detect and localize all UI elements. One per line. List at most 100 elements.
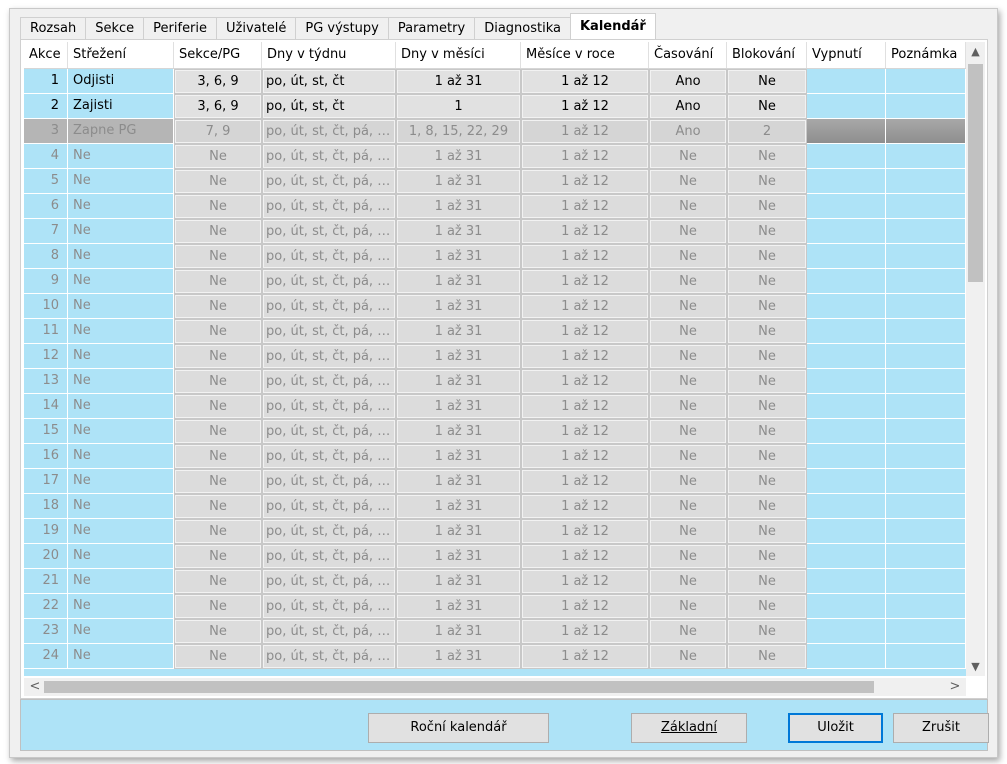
- table-row[interactable]: 6 Ne Ne po, út, st, čt, pá, s... 1 až 31 1 až…: [24, 194, 966, 219]
- dny-v-tydnu-cell[interactable]: po, út, st, čt, pá, s...: [262, 494, 396, 519]
- poznamka-cell[interactable]: [886, 394, 966, 419]
- table-row[interactable]: 7 Ne Ne po, út, st, čt, pá, s... 1 až 31 1 až…: [24, 219, 966, 244]
- dny-v-tydnu-cell[interactable]: po, út, st, čt: [262, 69, 396, 94]
- mesice-v-roce-cell[interactable]: 1 až 12: [521, 444, 649, 469]
- blokovani-cell[interactable]: 2: [727, 119, 807, 144]
- casovani-cell[interactable]: Ne: [649, 269, 727, 294]
- casovani-cell[interactable]: Ne: [649, 444, 727, 469]
- strezeni-cell[interactable]: Ne: [68, 194, 174, 219]
- casovani-cell[interactable]: Ano: [649, 69, 727, 94]
- dny-v-tydnu-cell[interactable]: po, út, st, čt, pá, s...: [262, 369, 396, 394]
- scroll-down-icon[interactable]: ▼: [966, 657, 985, 676]
- sekce-pg-cell[interactable]: Ne: [174, 219, 262, 244]
- sekce-pg-cell[interactable]: Ne: [174, 144, 262, 169]
- dny-v-tydnu-cell[interactable]: po, út, st, čt, pá, s...: [262, 219, 396, 244]
- vypnuti-cell[interactable]: [807, 219, 886, 244]
- table-row[interactable]: 8 Ne Ne po, út, st, čt, pá, s... 1 až 31 1 až…: [24, 244, 966, 269]
- strezeni-cell[interactable]: Ne: [68, 394, 174, 419]
- dny-v-mesici-cell[interactable]: 1 až 31: [396, 344, 521, 369]
- table-row[interactable]: 20 Ne Ne po, út, st, čt, pá, s... 1 až 31 1 a…: [24, 544, 966, 569]
- vypnuti-cell[interactable]: [807, 69, 886, 94]
- mesice-v-roce-cell[interactable]: 1 až 12: [521, 269, 649, 294]
- casovani-cell[interactable]: Ne: [649, 169, 727, 194]
- poznamka-cell[interactable]: [886, 294, 966, 319]
- sekce-pg-cell[interactable]: Ne: [174, 469, 262, 494]
- dny-v-mesici-cell[interactable]: 1 až 31: [396, 169, 521, 194]
- vypnuti-cell[interactable]: [807, 544, 886, 569]
- dny-v-mesici-cell[interactable]: 1 až 31: [396, 394, 521, 419]
- strezeni-cell[interactable]: Ne: [68, 219, 174, 244]
- dny-v-mesici-cell[interactable]: 1 až 31: [396, 294, 521, 319]
- casovani-cell[interactable]: Ne: [649, 419, 727, 444]
- dny-v-tydnu-cell[interactable]: po, út, st, čt, pá, s...: [262, 569, 396, 594]
- dny-v-tydnu-cell[interactable]: po, út, st, čt, pá, s...: [262, 119, 396, 144]
- strezeni-cell[interactable]: Ne: [68, 519, 174, 544]
- header-casovani[interactable]: Časování: [649, 42, 727, 68]
- casovani-cell[interactable]: Ano: [649, 94, 727, 119]
- poznamka-cell[interactable]: [886, 469, 966, 494]
- casovani-cell[interactable]: Ne: [649, 394, 727, 419]
- sekce-pg-cell[interactable]: Ne: [174, 619, 262, 644]
- mesice-v-roce-cell[interactable]: 1 až 12: [521, 219, 649, 244]
- sekce-pg-cell[interactable]: Ne: [174, 519, 262, 544]
- mesice-v-roce-cell[interactable]: 1 až 12: [521, 569, 649, 594]
- dny-v-mesici-cell[interactable]: 1 až 31: [396, 494, 521, 519]
- casovani-cell[interactable]: Ne: [649, 369, 727, 394]
- blokovani-cell[interactable]: Ne: [727, 494, 807, 519]
- strezeni-cell[interactable]: Ne: [68, 169, 174, 194]
- poznamka-cell[interactable]: [886, 244, 966, 269]
- dny-v-mesici-cell[interactable]: 1 až 31: [396, 244, 521, 269]
- vypnuti-cell[interactable]: [807, 269, 886, 294]
- vypnuti-cell[interactable]: [807, 119, 886, 144]
- table-row[interactable]: 19 Ne Ne po, út, st, čt, pá, s... 1 až 31 1 a…: [24, 519, 966, 544]
- poznamka-cell[interactable]: [886, 369, 966, 394]
- casovani-cell[interactable]: Ne: [649, 494, 727, 519]
- poznamka-cell[interactable]: [886, 319, 966, 344]
- strezeni-cell[interactable]: Zapne PG: [68, 119, 174, 144]
- mesice-v-roce-cell[interactable]: 1 až 12: [521, 244, 649, 269]
- scroll-up-icon[interactable]: ▲: [966, 42, 985, 61]
- casovani-cell[interactable]: Ne: [649, 619, 727, 644]
- sekce-pg-cell[interactable]: Ne: [174, 344, 262, 369]
- sekce-pg-cell[interactable]: 3, 6, 9: [174, 94, 262, 119]
- header-strezeni[interactable]: Střežení: [68, 42, 174, 68]
- dny-v-mesici-cell[interactable]: 1 až 31: [396, 369, 521, 394]
- dny-v-mesici-cell[interactable]: 1 až 31: [396, 619, 521, 644]
- sekce-pg-cell[interactable]: Ne: [174, 369, 262, 394]
- tab-pg-vystupy[interactable]: PG výstupy: [295, 17, 389, 39]
- poznamka-cell[interactable]: [886, 269, 966, 294]
- strezeni-cell[interactable]: Ne: [68, 619, 174, 644]
- sekce-pg-cell[interactable]: Ne: [174, 294, 262, 319]
- mesice-v-roce-cell[interactable]: 1 až 12: [521, 119, 649, 144]
- mesice-v-roce-cell[interactable]: 1 až 12: [521, 369, 649, 394]
- dny-v-mesici-cell[interactable]: 1 až 31: [396, 519, 521, 544]
- mesice-v-roce-cell[interactable]: 1 až 12: [521, 69, 649, 94]
- table-row[interactable]: 12 Ne Ne po, út, st, čt, pá, s... 1 až 31 1 a…: [24, 344, 966, 369]
- mesice-v-roce-cell[interactable]: 1 až 12: [521, 544, 649, 569]
- vypnuti-cell[interactable]: [807, 244, 886, 269]
- sekce-pg-cell[interactable]: Ne: [174, 419, 262, 444]
- blokovani-cell[interactable]: Ne: [727, 394, 807, 419]
- mesice-v-roce-cell[interactable]: 1 až 12: [521, 619, 649, 644]
- poznamka-cell[interactable]: [886, 444, 966, 469]
- mesice-v-roce-cell[interactable]: 1 až 12: [521, 494, 649, 519]
- dny-v-tydnu-cell[interactable]: po, út, st, čt, pá, s...: [262, 144, 396, 169]
- vypnuti-cell[interactable]: [807, 169, 886, 194]
- strezeni-cell[interactable]: Ne: [68, 569, 174, 594]
- strezeni-cell[interactable]: Ne: [68, 144, 174, 169]
- dny-v-mesici-cell[interactable]: 1: [396, 94, 521, 119]
- blokovani-cell[interactable]: Ne: [727, 219, 807, 244]
- blokovani-cell[interactable]: Ne: [727, 294, 807, 319]
- ulozit-button[interactable]: Uložit: [788, 713, 883, 743]
- vypnuti-cell[interactable]: [807, 444, 886, 469]
- poznamka-cell[interactable]: [886, 644, 966, 669]
- strezeni-cell[interactable]: Ne: [68, 344, 174, 369]
- casovani-cell[interactable]: Ne: [649, 544, 727, 569]
- rocni-kalendar-button[interactable]: Roční kalendář: [368, 713, 549, 743]
- strezeni-cell[interactable]: Ne: [68, 319, 174, 344]
- vypnuti-cell[interactable]: [807, 344, 886, 369]
- blokovani-cell[interactable]: Ne: [727, 144, 807, 169]
- tab-kalendar[interactable]: Kalendář: [569, 13, 656, 39]
- sekce-pg-cell[interactable]: Ne: [174, 544, 262, 569]
- table-row[interactable]: 1 Odjisti 3, 6, 9 po, út, st, čt 1 až 31 1 až…: [24, 69, 966, 94]
